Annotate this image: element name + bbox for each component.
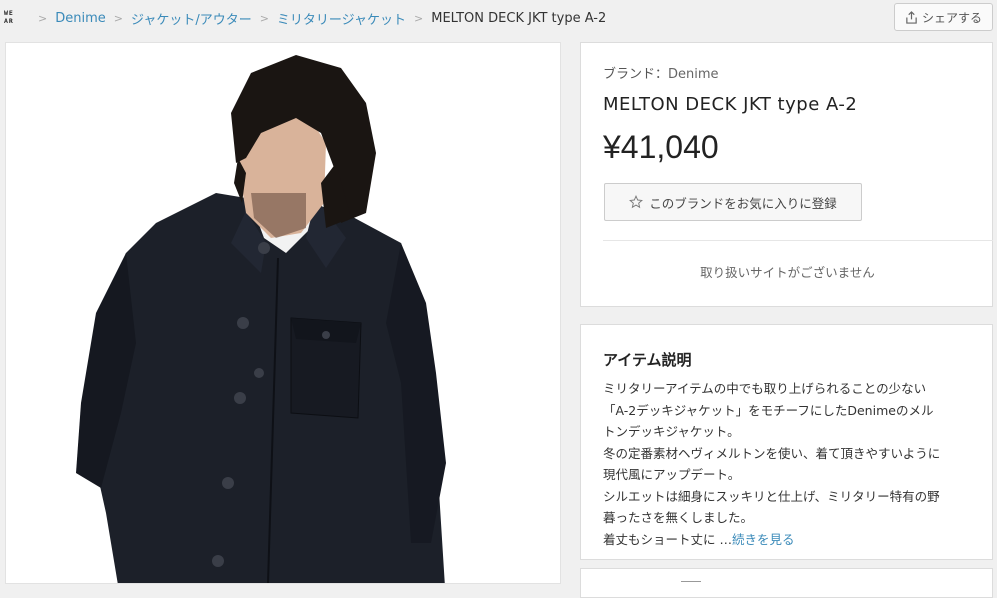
breadcrumb: > Denime > ジャケット/アウター > ミリタリージャケット > MEL… xyxy=(30,9,607,28)
description-line: 冬の定番素材ヘヴィメルトンを使い、着て頂きやすいように xyxy=(603,445,941,461)
product-info-card: ブランド：Denime MELTON DECK JKT type A-2 ¥41… xyxy=(580,42,993,307)
description-line: 「A-2デッキジャケット」をモチーフにしたDenimeのメル xyxy=(603,402,934,418)
description-line: トンデッキジャケット。 xyxy=(603,424,740,439)
favorite-brand-label: このブランドをお気に入りに登録 xyxy=(649,195,837,211)
description-truncated: 着丈もショート丈に … xyxy=(603,531,732,547)
breadcrumb-subcategory[interactable]: ミリタリージャケット xyxy=(277,9,406,28)
share-label: シェアする xyxy=(921,10,982,25)
brand-line: ブランド：Denime xyxy=(603,63,719,82)
card-edge xyxy=(681,581,701,582)
logo-text-top: WE xyxy=(4,9,14,17)
description-body: ミリタリーアイテムの中でも取り上げられることの少ない 「A-2デッキジャケット」… xyxy=(603,378,973,550)
description-last-line: 着丈もショート丈に …続きを見る xyxy=(603,529,973,551)
description-line: 暮ったさを無くしました。 xyxy=(603,510,754,525)
product-price: ¥41,040 xyxy=(603,129,719,165)
product-photo xyxy=(6,43,560,583)
no-site-message: 取り扱いサイトがございません xyxy=(700,265,875,280)
product-image[interactable] xyxy=(5,42,561,584)
product-name: MELTON DECK JKT type A-2 xyxy=(603,94,858,115)
star-outline-icon xyxy=(629,195,644,209)
read-more-link[interactable]: 続きを見る xyxy=(732,532,795,547)
favorite-brand-button[interactable]: このブランドをお気に入りに登録 xyxy=(604,183,862,221)
breadcrumb-category[interactable]: ジャケット/アウター xyxy=(131,9,252,28)
share-icon xyxy=(906,10,917,24)
next-card xyxy=(580,568,993,598)
wear-logo[interactable]: WE AR xyxy=(4,9,20,27)
item-description-card: アイテム説明 ミリタリーアイテムの中でも取り上げられることの少ない 「A-2デッ… xyxy=(580,324,993,560)
divider xyxy=(603,240,993,241)
chevron-right-icon: > xyxy=(38,11,48,25)
chevron-right-icon: > xyxy=(414,11,424,25)
description-line: シルエットは細身にスッキリと仕上げ、ミリタリー特有の野 xyxy=(603,488,940,504)
brand-link[interactable]: Denime xyxy=(668,67,719,82)
breadcrumb-current: MELTON DECK JKT type A-2 xyxy=(431,10,607,26)
breadcrumb-brand[interactable]: Denime xyxy=(55,11,106,26)
brand-prefix: ブランド： xyxy=(603,67,669,82)
share-button[interactable]: シェアする xyxy=(894,3,993,31)
logo-text-bottom: AR xyxy=(4,17,14,25)
description-line: ミリタリーアイテムの中でも取り上げられることの少ない xyxy=(603,381,927,396)
top-bar: WE AR > Denime > ジャケット/アウター > ミリタリージャケット… xyxy=(0,0,997,36)
chevron-right-icon: > xyxy=(259,11,269,25)
description-line: 現代風にアップデート。 xyxy=(603,467,741,482)
description-title: アイテム説明 xyxy=(603,351,692,369)
chevron-right-icon: > xyxy=(113,11,123,25)
